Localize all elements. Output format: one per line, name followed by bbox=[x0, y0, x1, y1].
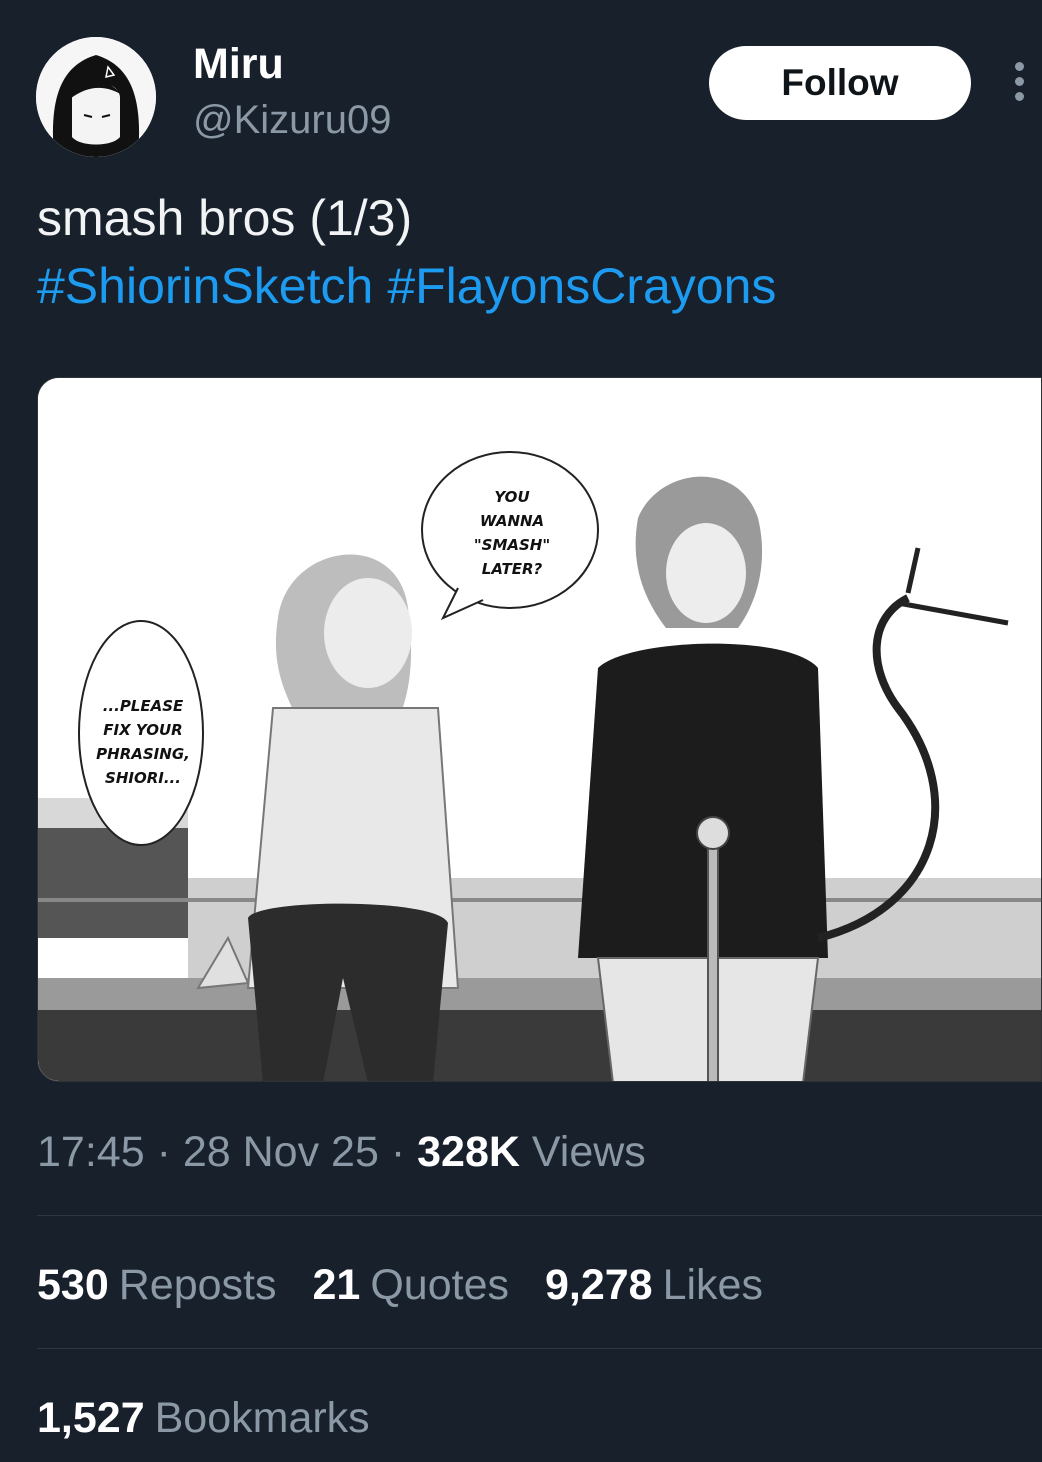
speech-bubble-text: ...PLEASE bbox=[103, 697, 184, 715]
quotes-label: Quotes bbox=[370, 1261, 509, 1309]
bookmarks-label: Bookmarks bbox=[154, 1394, 370, 1442]
engagement-stats: 530 Reposts 21 Quotes 9,278 Likes bbox=[37, 1259, 799, 1311]
views-count: 328K bbox=[417, 1128, 520, 1176]
bookmarks-stat[interactable]: 1,527 Bookmarks bbox=[37, 1392, 370, 1444]
avatar-image bbox=[36, 37, 156, 157]
manga-panel-illustration: YOU WANNA "SMASH" LATER? ...PLEASE FIX Y… bbox=[38, 378, 1041, 1081]
speech-bubble-text: LATER? bbox=[482, 560, 543, 578]
hashtag-row: #ShiorinSketch #FlayonsCrayons bbox=[37, 256, 790, 316]
likes-label: Likes bbox=[662, 1261, 763, 1309]
tweet-meta: 17:45 · 28 Nov 25 · 328K Views bbox=[37, 1126, 646, 1178]
reposts-label: Reposts bbox=[118, 1261, 277, 1309]
speech-bubble-text: SHIORI... bbox=[105, 769, 181, 787]
meta-separator: · bbox=[390, 1128, 406, 1176]
handle[interactable]: @Kizuru09 bbox=[193, 98, 391, 143]
likes-count: 9,278 bbox=[544, 1261, 653, 1309]
display-name[interactable]: Miru bbox=[193, 40, 284, 89]
avatar[interactable] bbox=[36, 37, 156, 157]
quotes-stat[interactable]: 21 Quotes bbox=[313, 1261, 509, 1309]
quotes-count: 21 bbox=[312, 1261, 361, 1309]
speech-bubble-text: YOU bbox=[494, 488, 529, 506]
bookmarks-count: 1,527 bbox=[37, 1394, 145, 1442]
reposts-stat[interactable]: 530 Reposts bbox=[37, 1261, 277, 1309]
tweet-text: smash bros (1/3) bbox=[37, 190, 413, 246]
meta-separator: · bbox=[156, 1128, 171, 1176]
reposts-count: 530 bbox=[37, 1261, 109, 1309]
divider bbox=[37, 1215, 1042, 1216]
post-date[interactable]: 28 Nov 25 bbox=[183, 1128, 379, 1176]
hashtag-link[interactable]: #ShiorinSketch bbox=[37, 258, 373, 314]
divider bbox=[37, 1348, 1042, 1349]
more-options-icon[interactable] bbox=[1008, 62, 1030, 104]
speech-bubble-text: "SMASH" bbox=[474, 536, 550, 554]
speech-bubble-text: WANNA bbox=[480, 512, 544, 530]
hashtag-link[interactable]: #FlayonsCrayons bbox=[387, 258, 776, 314]
speech-bubble-text: FIX YOUR bbox=[103, 721, 182, 739]
post-time[interactable]: 17:45 bbox=[37, 1128, 145, 1176]
speech-bubble-text: PHRASING, bbox=[96, 745, 190, 763]
views-label: Views bbox=[531, 1128, 646, 1176]
tweet-header: Miru @Kizuru09 Follow bbox=[0, 0, 1042, 170]
likes-stat[interactable]: 9,278 Likes bbox=[545, 1261, 763, 1309]
follow-button[interactable]: Follow bbox=[709, 46, 971, 120]
media-image[interactable]: YOU WANNA "SMASH" LATER? ...PLEASE FIX Y… bbox=[37, 377, 1042, 1082]
